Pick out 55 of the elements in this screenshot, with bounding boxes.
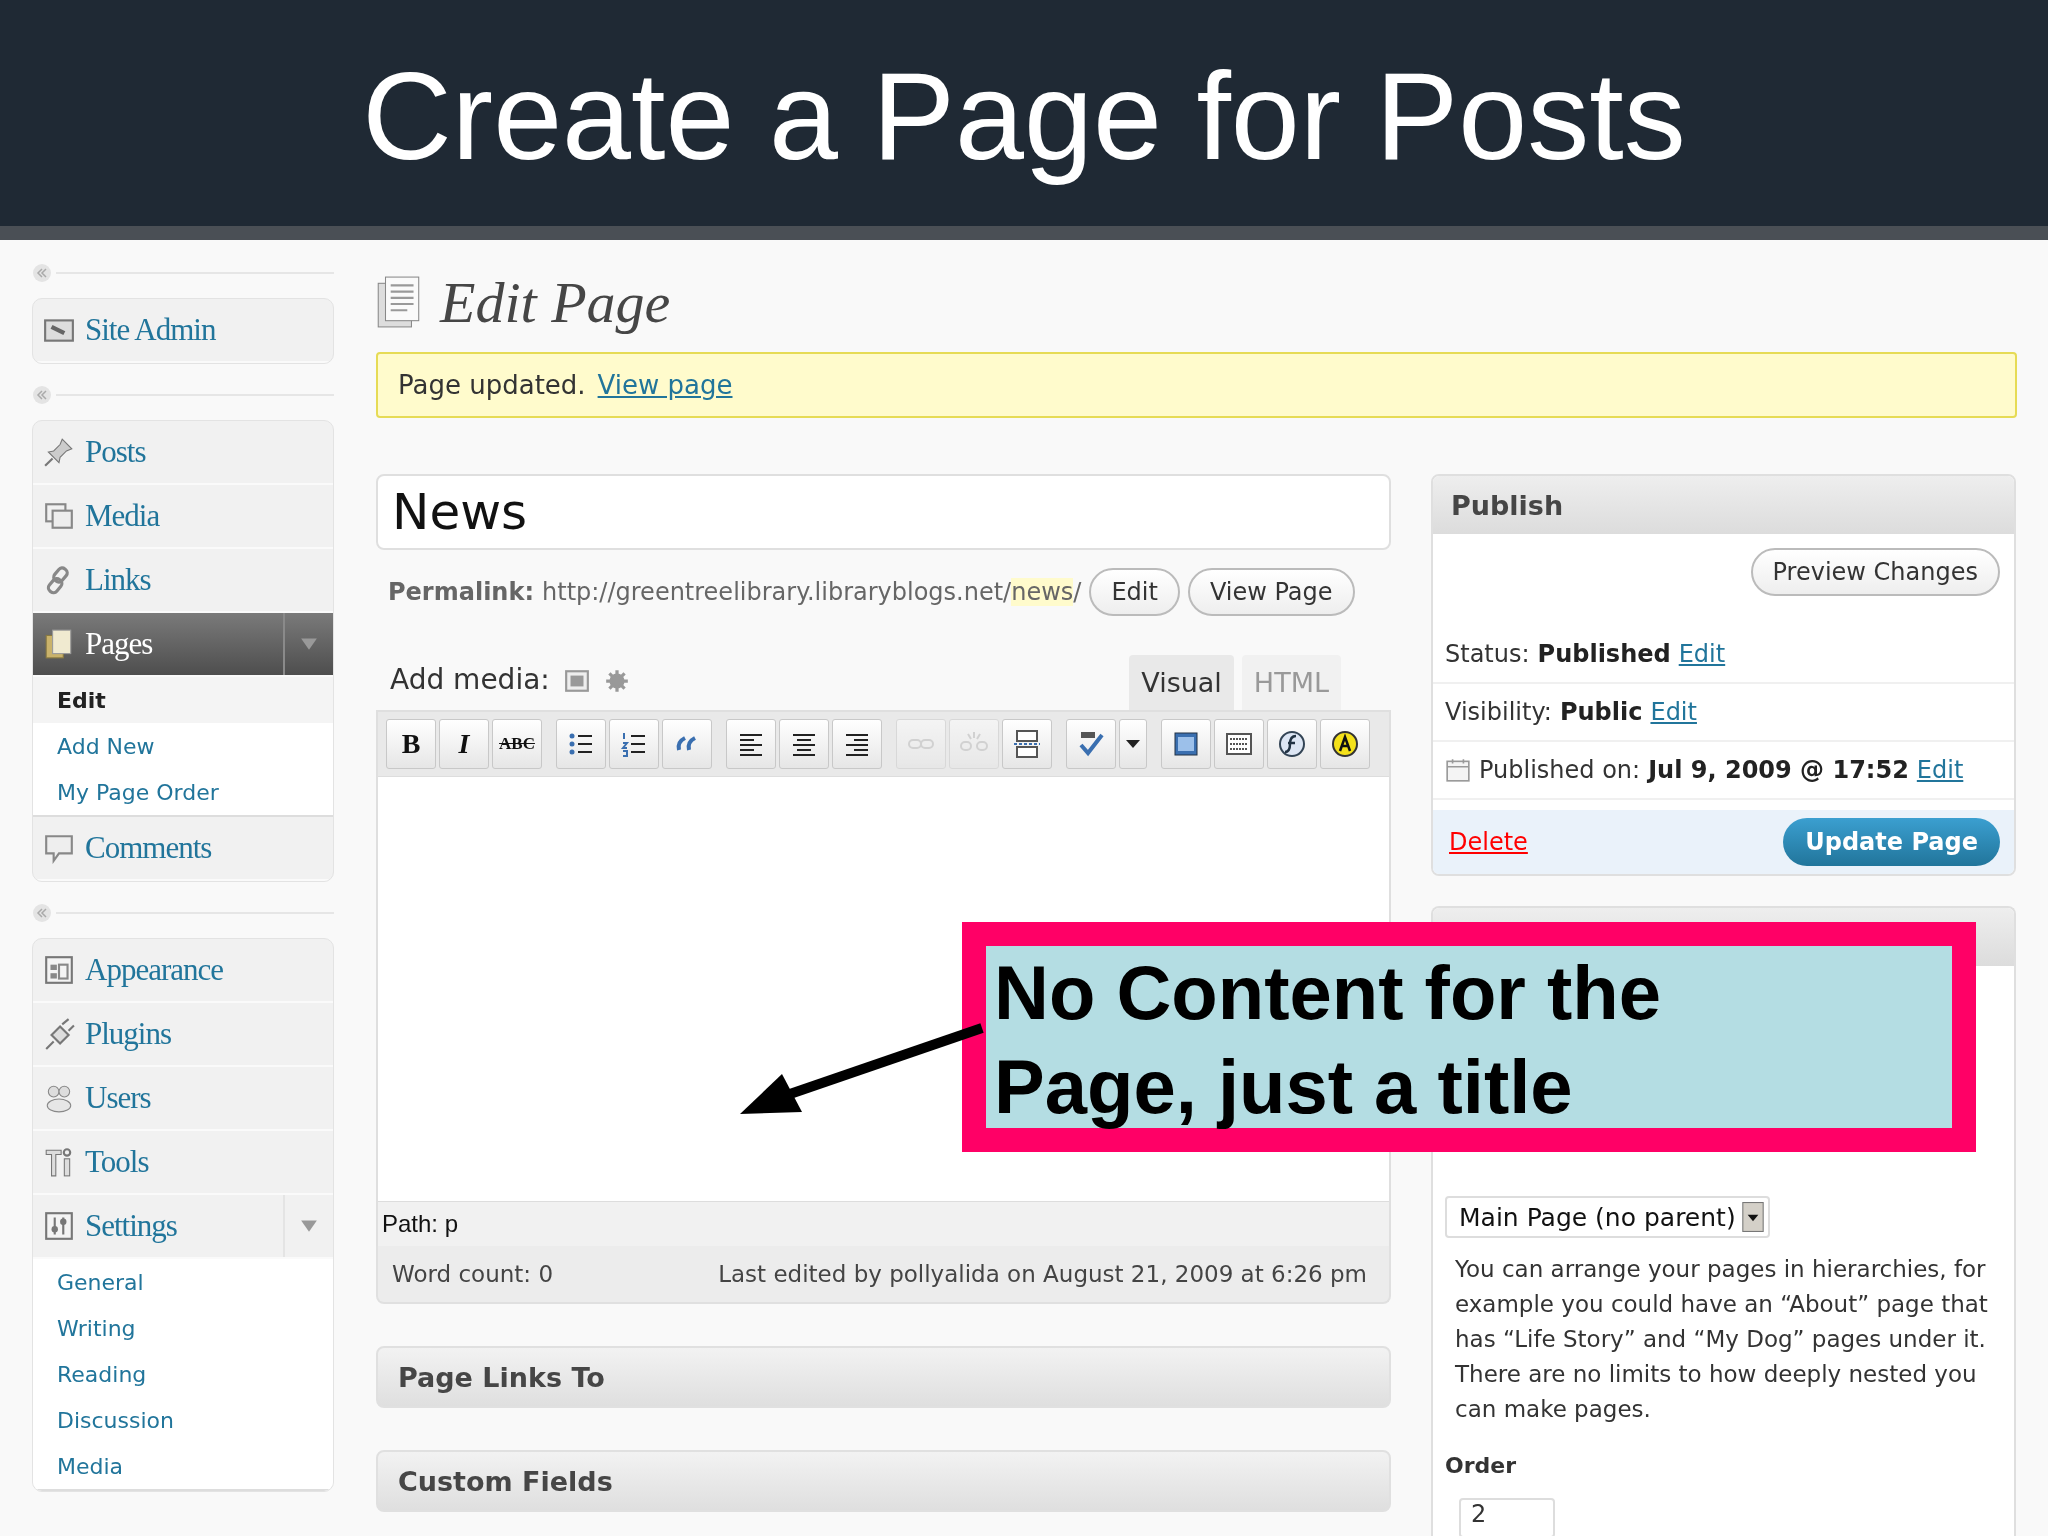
submenu-item[interactable]: Reading xyxy=(33,1351,333,1397)
delete-link[interactable]: Delete xyxy=(1449,828,1528,856)
permalink-url: http://greentreelibrary.libraryblogs.net/news/ xyxy=(542,578,1082,606)
order-label: Order xyxy=(1445,1453,1518,1478)
meta-label: Visibility: xyxy=(1445,698,1552,726)
menu-item[interactable]: Users xyxy=(33,1067,333,1129)
format-button[interactable]: B xyxy=(386,719,436,769)
path-text: Path: p xyxy=(382,1210,459,1238)
callout: No Content for the Page, just a title xyxy=(962,922,1976,1152)
editor-tab[interactable]: Visual xyxy=(1129,655,1234,710)
permalink-button[interactable]: View Page xyxy=(1187,568,1355,616)
submenu-item[interactable]: My Page Order xyxy=(33,769,333,815)
menu-item[interactable]: Links xyxy=(33,549,333,611)
edit-link[interactable]: Edit xyxy=(1678,640,1726,668)
format-button[interactable]: ABC xyxy=(492,719,542,769)
order-field[interactable]: 2 xyxy=(1459,1498,1555,1536)
meta-label: Status: xyxy=(1445,640,1530,668)
permalink-button[interactable]: Edit xyxy=(1089,568,1180,616)
parent-select[interactable]: Main Page (no parent) xyxy=(1445,1196,1770,1238)
menu-item[interactable]: Media xyxy=(33,485,333,547)
format-button[interactable]: I xyxy=(439,719,489,769)
menu-item[interactable]: Appearance xyxy=(33,939,333,1001)
page-heading: Edit Page xyxy=(440,268,671,336)
preview-button[interactable]: Preview Changes xyxy=(1750,548,2000,596)
menu-item[interactable]: Site Admin xyxy=(33,299,333,361)
view-page-link[interactable]: View page xyxy=(597,370,733,400)
submenu-item[interactable]: General xyxy=(33,1259,333,1305)
panel-title: Publish xyxy=(1433,476,2014,534)
meta-value: Jul 9, 2009 @ 17:52 xyxy=(1648,756,1909,784)
submenu-item[interactable]: Edit xyxy=(33,677,333,723)
menu-item[interactable]: Tools xyxy=(33,1131,333,1193)
slide-title: Create a Page for Posts xyxy=(362,46,1686,187)
edit-link[interactable]: Edit xyxy=(1916,756,1964,784)
add-media-label: Add media: xyxy=(390,663,550,698)
meta-label: Published on: xyxy=(1479,756,1641,784)
edit-link[interactable]: Edit xyxy=(1650,698,1697,726)
submenu-item[interactable]: Discussion xyxy=(33,1397,333,1443)
update-button[interactable]: Update Page xyxy=(1783,818,2000,866)
notice-text: Page updated. xyxy=(398,370,586,400)
submenu-item[interactable]: Media xyxy=(33,1443,333,1489)
title-field[interactable]: News xyxy=(376,474,1391,550)
menu-item[interactable]: Plugins xyxy=(33,1003,333,1065)
postbox-header[interactable]: Page Links To xyxy=(376,1346,1391,1408)
meta-value: Published xyxy=(1537,640,1671,668)
postbox-header[interactable]: Custom Fields xyxy=(376,1450,1391,1512)
meta-value: Public xyxy=(1559,698,1643,726)
submenu-item[interactable]: Writing xyxy=(33,1305,333,1351)
menu-item[interactable]: Posts xyxy=(33,421,333,483)
menu-item[interactable]: Settings xyxy=(33,1195,283,1257)
help-text: You can arrange your pages in hierarchies, for example you could have an “About” page that has “Life Story” and “My Dog” pages under it. There are no limits to how deeply nested you can make pages. xyxy=(1455,1255,1989,1424)
permalink-label: Permalink: xyxy=(388,578,534,606)
submenu-item[interactable]: Add New xyxy=(33,723,333,769)
menu-item[interactable]: Comments xyxy=(33,817,333,879)
word-count: Word count: 0 xyxy=(392,1261,553,1287)
last-edited-text: Last edited by pollyalida on August 21, 2009 at 6:26 pm xyxy=(718,1261,1367,1287)
